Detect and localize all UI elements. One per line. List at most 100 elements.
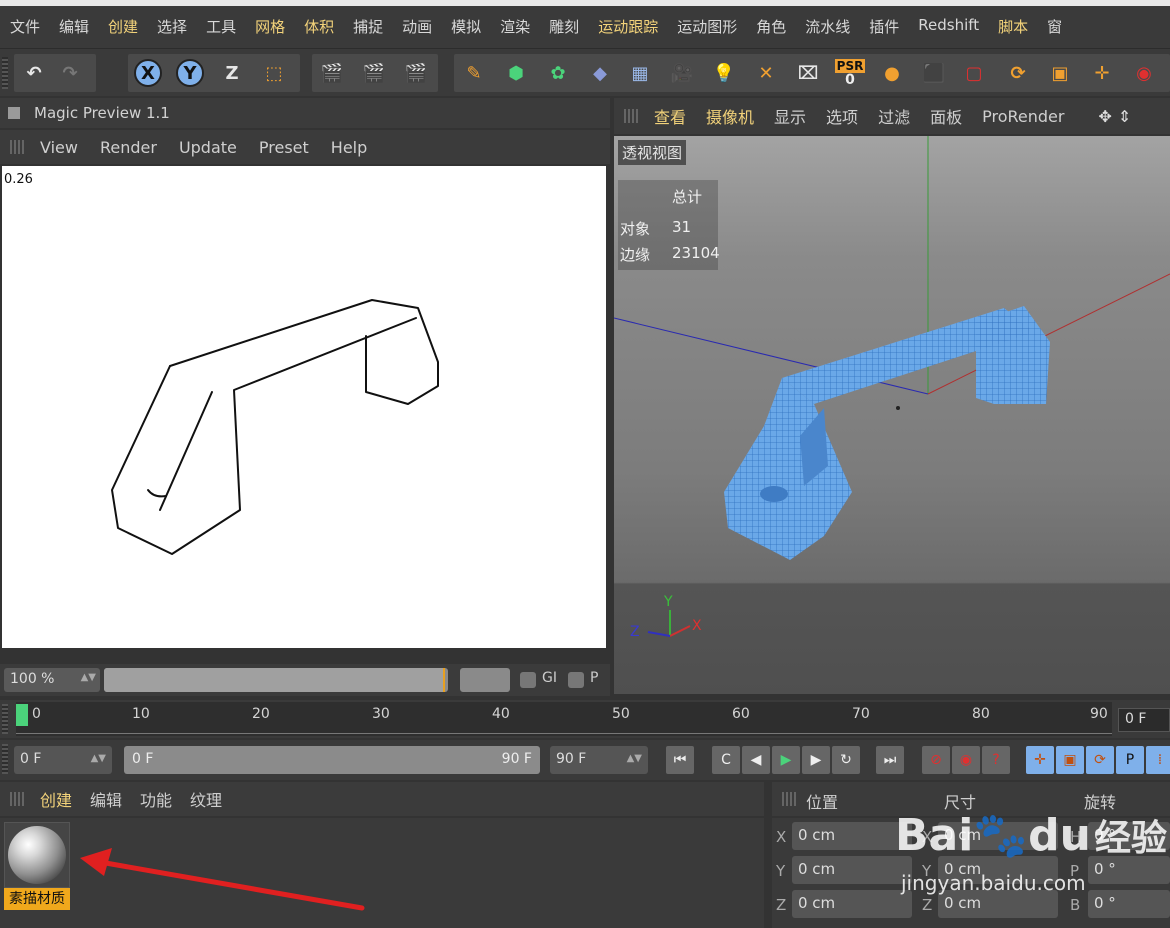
play-button[interactable]: ▶: [772, 746, 800, 774]
pos-y-field[interactable]: 0 cm: [792, 856, 912, 884]
zoom-field[interactable]: 100 % ▲▼: [4, 668, 100, 692]
perspective-viewport[interactable]: Y Z X 透视视图 总计 对象 31 边缘 23104: [614, 136, 1170, 694]
menu-create[interactable]: 创建: [108, 16, 138, 37]
menu-plugins[interactable]: 插件: [869, 16, 899, 37]
menu-script[interactable]: 脚本: [998, 16, 1028, 37]
mm-menu-create[interactable]: 创建: [40, 787, 72, 811]
menu-sculpt[interactable]: 雕刻: [549, 16, 579, 37]
end-frame-field[interactable]: 90 F ▲▼: [550, 746, 648, 774]
menu-character[interactable]: 角色: [756, 16, 786, 37]
redo-icon[interactable]: ↷: [54, 57, 86, 89]
tag-icon[interactable]: ⌧: [792, 57, 824, 89]
goto-end-button[interactable]: ⏭: [876, 746, 904, 774]
current-frame-field[interactable]: 0 F: [1118, 708, 1170, 732]
start-frame-field[interactable]: 0 F ▲▼: [14, 746, 112, 774]
panel-icon[interactable]: [8, 107, 20, 119]
gi-checkbox[interactable]: [520, 672, 536, 688]
live-selection-icon[interactable]: ◉: [1128, 57, 1160, 89]
rot-b-field[interactable]: 0 °: [1088, 890, 1170, 918]
coords-grip[interactable]: [782, 792, 798, 806]
axis-y-lock-button[interactable]: Y: [174, 57, 206, 89]
rotate-icon[interactable]: ⟳: [1002, 57, 1034, 89]
goto-start-button[interactable]: ⏮: [666, 746, 694, 774]
pen-spline-icon[interactable]: ✎: [458, 57, 490, 89]
menu-pipeline[interactable]: 流水线: [805, 16, 850, 37]
key-parameter-button[interactable]: P: [1116, 746, 1144, 774]
undo-icon[interactable]: ↶: [18, 57, 50, 89]
prev-key-button[interactable]: C: [712, 746, 740, 774]
menu-view[interactable]: View: [40, 138, 78, 157]
vp-menu-view[interactable]: 查看: [654, 104, 686, 128]
mm-menu-function[interactable]: 功能: [140, 787, 172, 811]
next-frame-button[interactable]: ▶: [802, 746, 830, 774]
floor-icon[interactable]: ▦: [624, 57, 656, 89]
psr-icon[interactable]: PSR 0: [834, 57, 866, 89]
generator-icon[interactable]: ✕: [750, 57, 782, 89]
xyz-icon[interactable]: ●: [876, 57, 908, 89]
menu-snap[interactable]: 捕捉: [353, 16, 383, 37]
size-y-field[interactable]: 0 cm: [938, 856, 1058, 884]
mm-menu-texture[interactable]: 纹理: [190, 787, 222, 811]
current-frame-marker[interactable]: [16, 704, 28, 726]
toolbar-grip[interactable]: [2, 57, 8, 89]
cube-icon[interactable]: ⬛: [918, 57, 950, 89]
axis-x-lock-button[interactable]: X: [132, 57, 164, 89]
spinner-icon[interactable]: ▲▼: [81, 672, 96, 683]
timeline-ruler[interactable]: 0 10 20 30 40 50 60 70 80 90: [16, 702, 1112, 736]
menu-file[interactable]: 文件: [10, 16, 40, 37]
selection-rect-icon[interactable]: ▢: [958, 57, 990, 89]
menu-render[interactable]: 渲染: [500, 16, 530, 37]
render-picture-viewer-icon[interactable]: 🎬: [358, 57, 390, 89]
spinner-icon[interactable]: ▲▼: [627, 753, 642, 764]
menu-window[interactable]: 窗: [1047, 16, 1062, 37]
pos-x-field[interactable]: 0 cm: [792, 822, 912, 850]
menu-motion-tracking[interactable]: 运动跟踪: [598, 16, 658, 37]
material-grip[interactable]: [10, 792, 26, 806]
render-view-icon[interactable]: 🎬: [316, 57, 348, 89]
vp-menu-options[interactable]: 选项: [826, 104, 858, 128]
autokey-button[interactable]: ◉: [952, 746, 980, 774]
spinner-icon[interactable]: ▲▼: [91, 753, 106, 764]
cloner-icon[interactable]: ✿: [542, 57, 574, 89]
menu-simulate[interactable]: 模拟: [451, 16, 481, 37]
axis-z-lock-button[interactable]: Z: [216, 57, 248, 89]
menu-update[interactable]: Update: [179, 138, 237, 157]
pos-z-field[interactable]: 0 cm: [792, 890, 912, 918]
vp-menu-panel[interactable]: 面板: [930, 104, 962, 128]
viewport-move-icon[interactable]: ✥: [1098, 107, 1111, 126]
prev-frame-button[interactable]: ◀: [742, 746, 770, 774]
key-pla-button[interactable]: ⁞: [1146, 746, 1170, 774]
camera-icon[interactable]: 🎥: [666, 57, 698, 89]
p-checkbox[interactable]: [568, 672, 584, 688]
deformer-icon[interactable]: ◆: [584, 57, 616, 89]
menu-edit[interactable]: 编辑: [59, 16, 89, 37]
menu-render-preview[interactable]: Render: [100, 138, 157, 157]
size-x-field[interactable]: 0 cm: [938, 822, 1058, 850]
menu-mograph[interactable]: 运动图形: [677, 16, 737, 37]
key-position-button[interactable]: ✛: [1026, 746, 1054, 774]
coordinate-system-icon[interactable]: ⬚: [258, 57, 290, 89]
keyframe-selection-button[interactable]: ?: [982, 746, 1010, 774]
render-settings-icon[interactable]: 🎬: [400, 57, 432, 89]
menu-select[interactable]: 选择: [157, 16, 187, 37]
vp-menu-filter[interactable]: 过滤: [878, 104, 910, 128]
menu-volume[interactable]: 体积: [304, 16, 334, 37]
next-key-button[interactable]: ↻: [832, 746, 860, 774]
menu-tools[interactable]: 工具: [206, 16, 236, 37]
viewport-grip[interactable]: [624, 109, 640, 123]
size-z-field[interactable]: 0 cm: [938, 890, 1058, 918]
rot-p-field[interactable]: 0 °: [1088, 856, 1170, 884]
timeline-grip[interactable]: [2, 704, 8, 734]
transport-grip[interactable]: [2, 744, 8, 774]
rot-h-field[interactable]: 0 °: [1088, 822, 1170, 850]
preview-range-slider[interactable]: 0 F 90 F: [124, 746, 540, 774]
menu-help[interactable]: Help: [331, 138, 367, 157]
viewport-zoom-icon[interactable]: ⇕: [1118, 107, 1131, 126]
key-scale-button[interactable]: ▣: [1056, 746, 1084, 774]
menu-redshift[interactable]: Redshift: [918, 16, 979, 34]
vp-menu-camera[interactable]: 摄像机: [706, 104, 754, 128]
subdivision-icon[interactable]: ⬢: [500, 57, 532, 89]
vp-menu-prorender[interactable]: ProRender: [982, 107, 1064, 126]
mm-menu-edit[interactable]: 编辑: [90, 787, 122, 811]
material-swatch[interactable]: 素描材质: [4, 822, 70, 910]
